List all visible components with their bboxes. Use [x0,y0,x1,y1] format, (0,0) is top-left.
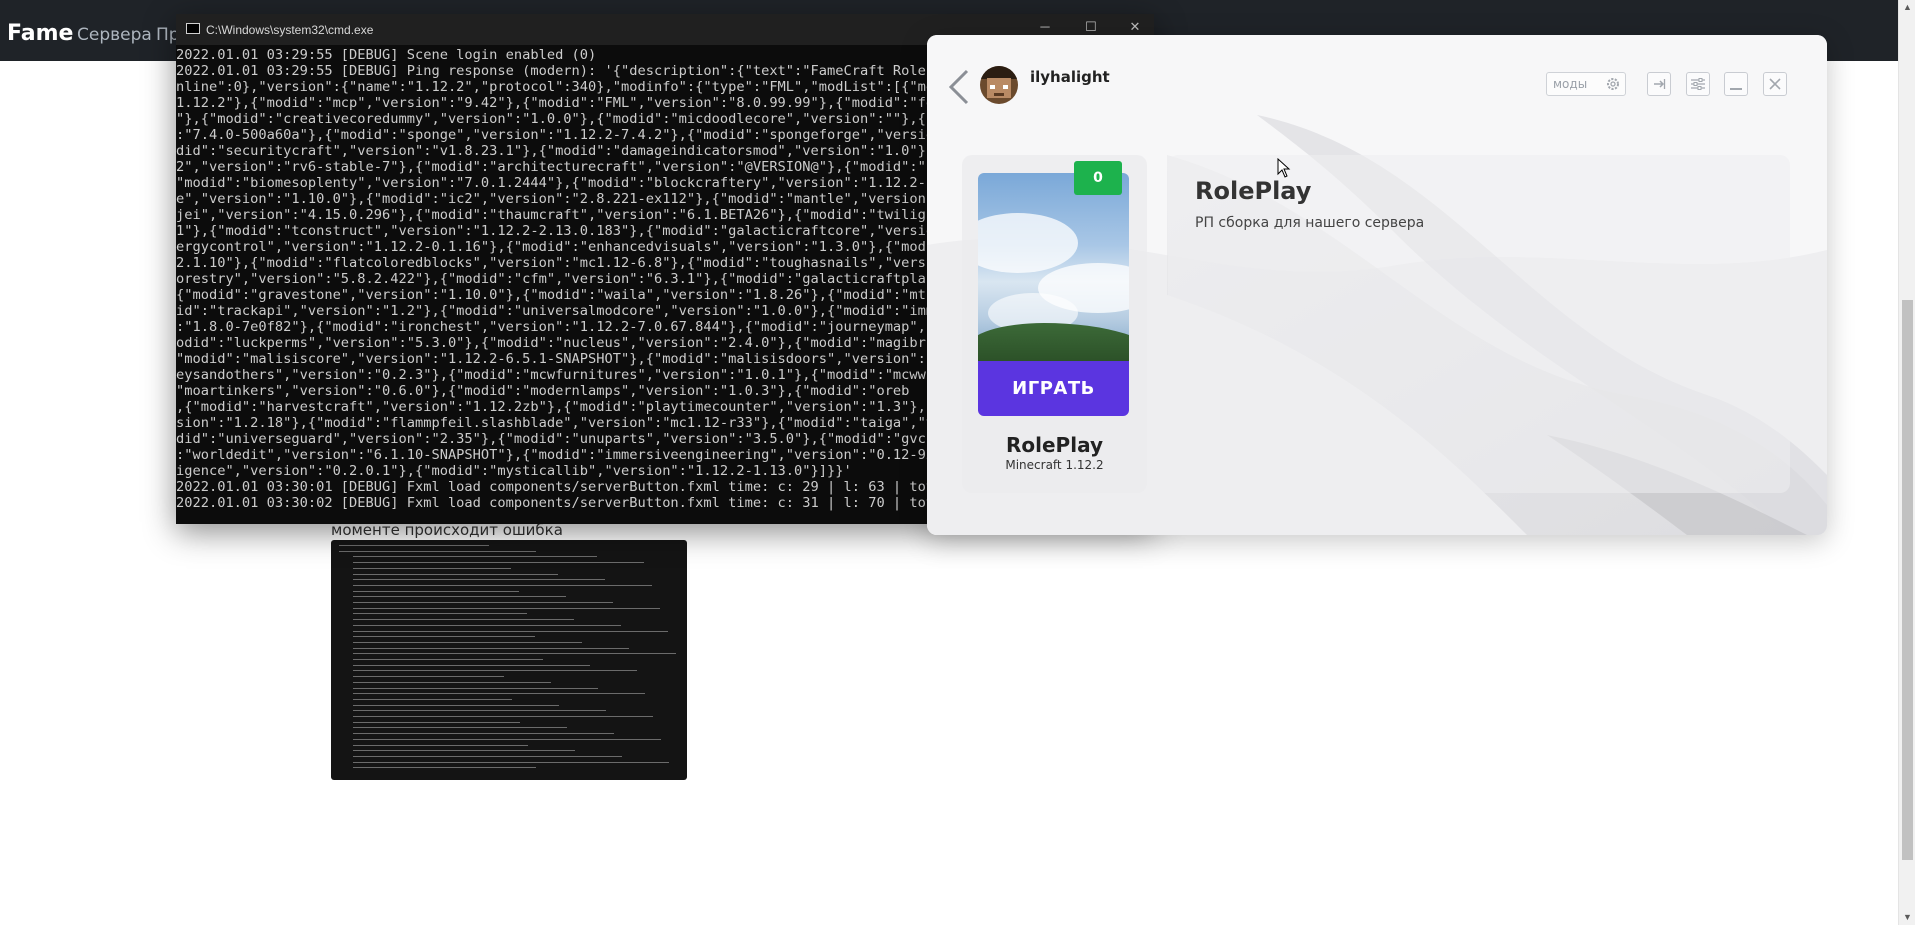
gear-icon [1607,78,1619,90]
server-name: RolePlay [1006,433,1103,457]
close-button[interactable] [1763,72,1787,96]
scrollbar-thumb[interactable] [1902,300,1913,860]
logout-button[interactable] [1647,72,1671,96]
play-button[interactable]: ИГРАТЬ [978,361,1129,416]
server-info-title: RolePlay [1195,177,1312,205]
launcher-window: ilyhalight моды 0 ИГРАТЬ RolePlay Minecr… [927,35,1827,535]
cmd-title: C:\Windows\system32\cmd.exe [206,23,374,37]
mods-label: моды [1553,77,1588,91]
server-card[interactable]: 0 ИГРАТЬ RolePlay Minecraft 1.12.2 [962,155,1147,493]
settings-sliders-icon [1691,78,1705,90]
error-screenshot-image [331,540,687,780]
server-info-panel: RolePlay РП сборка для нашего сервера [1168,155,1790,493]
scroll-down-icon[interactable]: ▼ [1903,912,1912,922]
logout-icon [1654,79,1666,89]
settings-button[interactable] [1686,72,1710,96]
server-version: Minecraft 1.12.2 [1005,458,1104,472]
online-count-badge: 0 [1074,161,1122,195]
avatar[interactable] [980,66,1018,104]
server-description: РП сборка для нашего сервера [1195,215,1425,231]
close-icon [1769,78,1781,90]
site-brand[interactable]: Fame [7,21,73,46]
nav-link-servers[interactable]: Сервера [77,25,152,45]
scroll-up-icon[interactable]: ▲ [1903,2,1912,12]
minimize-button[interactable] [1724,72,1748,96]
cmd-app-icon [186,23,200,34]
back-arrow-icon[interactable] [945,65,975,109]
username: ilyhalight [1030,68,1110,86]
minimize-icon [1730,88,1742,90]
mouse-cursor-icon [1277,158,1291,178]
mods-button[interactable]: моды [1546,72,1626,96]
page-scrollbar[interactable]: ▲ ▼ [1898,0,1915,925]
